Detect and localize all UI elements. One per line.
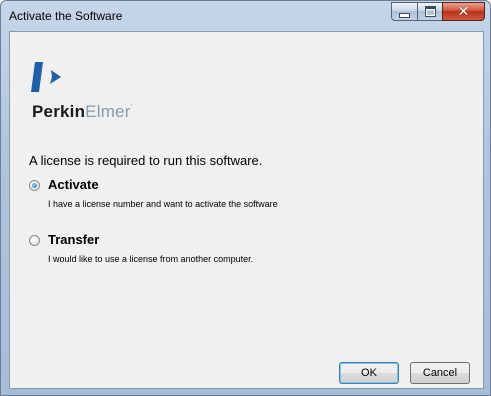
logo-text-elmer: Elmer bbox=[85, 102, 131, 121]
logo-text-perkin: Perkin bbox=[32, 102, 86, 121]
activation-dialog: Activate the Software ✕ PerkinElmer' A l… bbox=[0, 0, 491, 396]
activate-radio[interactable] bbox=[29, 180, 40, 191]
caption-buttons: ✕ bbox=[391, 2, 485, 21]
transfer-label[interactable]: Transfer bbox=[48, 232, 99, 247]
perkinelmer-wordmark: PerkinElmer' bbox=[32, 102, 132, 122]
close-button[interactable]: ✕ bbox=[442, 2, 485, 21]
activate-label[interactable]: Activate bbox=[48, 177, 99, 192]
license-required-text: A license is required to run this softwa… bbox=[29, 153, 263, 168]
transfer-description: I would like to use a license from anoth… bbox=[48, 254, 254, 264]
perkinelmer-logo-mark bbox=[30, 60, 70, 94]
window-title: Activate the Software bbox=[9, 9, 123, 23]
logo-mark-icon bbox=[31, 62, 61, 92]
ok-button[interactable]: OK bbox=[339, 362, 399, 384]
minimize-icon bbox=[399, 12, 410, 18]
transfer-radio[interactable] bbox=[29, 235, 40, 246]
maximize-icon bbox=[424, 6, 436, 17]
cancel-button[interactable]: Cancel bbox=[410, 362, 470, 384]
title-bar[interactable]: Activate the Software ✕ bbox=[1, 1, 490, 31]
close-icon: ✕ bbox=[457, 3, 470, 20]
minimize-button[interactable] bbox=[391, 2, 417, 21]
logo-trademark: ' bbox=[130, 103, 133, 112]
maximize-button[interactable] bbox=[417, 2, 442, 21]
activate-description: I have a license number and want to acti… bbox=[48, 199, 278, 209]
dialog-body: PerkinElmer' A license is required to ru… bbox=[9, 31, 484, 389]
